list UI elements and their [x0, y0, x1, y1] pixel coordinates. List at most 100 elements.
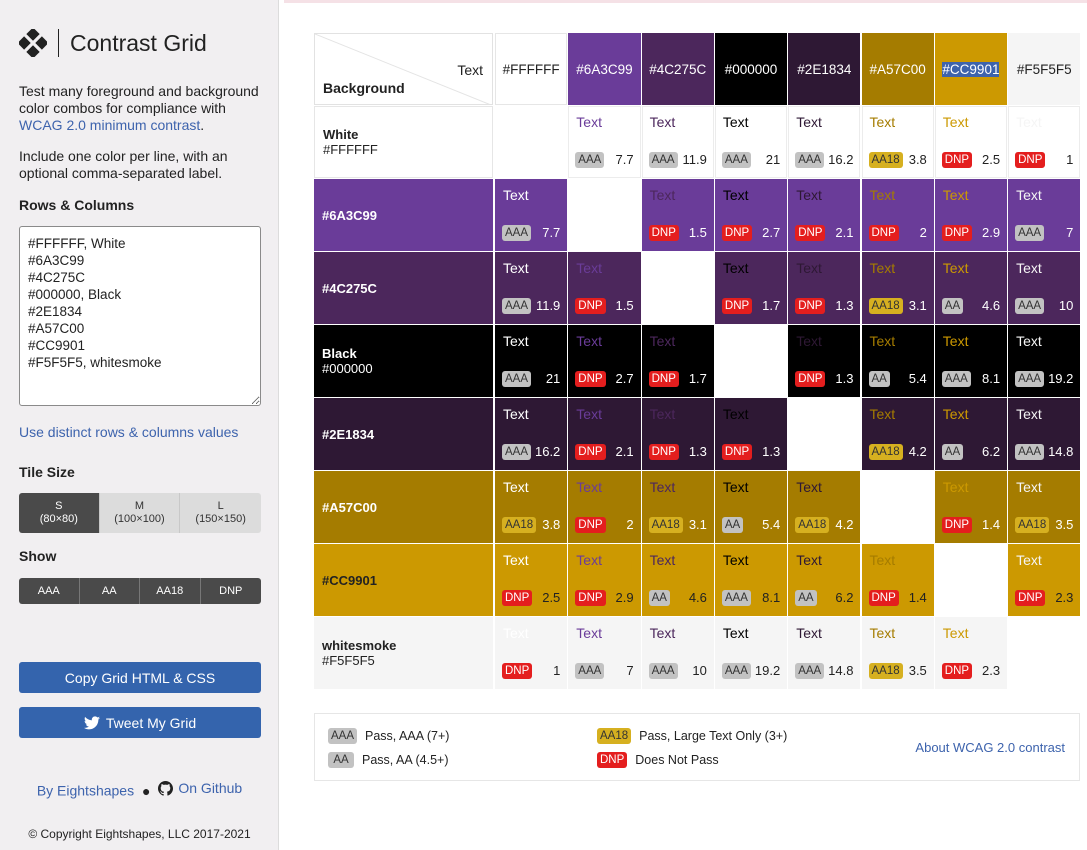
tile-sample-text: Text	[942, 479, 969, 495]
column-header-label: #FFFFFF	[502, 61, 560, 77]
about-wcag-link[interactable]: About WCAG 2.0 contrast	[915, 740, 1065, 755]
brand-divider	[58, 29, 59, 57]
tile-sample-text: Text	[942, 260, 969, 276]
tile-sample-text: Text	[1016, 187, 1042, 203]
legend-item: AA Pass, AA (4.5+)	[328, 752, 449, 768]
contrast-badge: DNP	[575, 371, 606, 387]
contrast-tile: Text AAA 8.1	[934, 325, 1008, 397]
row-header: #A57C00	[314, 471, 493, 543]
tile-size-heading: Tile Size	[19, 464, 75, 480]
show-option-aaa[interactable]: AAA	[19, 578, 80, 604]
tile-sample-text: Text	[796, 552, 822, 568]
contrast-ratio: 11.9	[535, 298, 561, 313]
contrast-badge: DNP	[648, 444, 679, 460]
rows-columns-heading: Rows & Columns	[19, 197, 135, 213]
wcag-link[interactable]: WCAG 2.0 minimum contrast	[19, 117, 200, 133]
tile-sample-text: Text	[942, 625, 969, 641]
contrast-tile: Text DNP 1.3	[714, 398, 788, 470]
contrast-ratio: 2.3	[1055, 590, 1074, 605]
contrast-ratio: 3.8	[542, 517, 561, 532]
tile-sample-text: Text	[503, 187, 529, 203]
brand[interactable]: Contrast Grid	[19, 27, 207, 59]
footer-separator-dot: ●	[142, 782, 151, 799]
tile-sample-text: Text	[1016, 552, 1042, 568]
contrast-badge: AA18	[868, 298, 903, 314]
show-option-dnp[interactable]: DNP	[200, 578, 261, 604]
footer-links: By Eightshapes ● On Github	[0, 780, 279, 799]
contrast-tile: Text AAA 21	[495, 325, 568, 397]
row-header-label: #A57C00	[322, 499, 377, 515]
tile-size-option-m[interactable]: M (100×100)	[99, 493, 181, 533]
show-option-aa[interactable]: AA	[79, 578, 140, 604]
intro-end: .	[200, 117, 205, 133]
contrast-ratio: 7	[626, 663, 634, 678]
contrast-tile: Text DNP 1.4	[934, 471, 1008, 543]
contrast-badge: DNP	[941, 663, 973, 679]
column-header: #6A3C99	[568, 33, 641, 105]
tweet-grid-button[interactable]: Tweet My Grid	[19, 707, 261, 738]
contrast-badge: AAA	[502, 298, 532, 314]
tile-sample-text: Text	[649, 187, 676, 203]
contrast-tile: Text DNP 1.3	[788, 325, 861, 397]
row-header: #4C275C	[314, 252, 493, 324]
tile-sample-text: Text	[869, 406, 896, 422]
tile-sample-text: Text	[649, 552, 676, 568]
contrast-ratio: 1.3	[762, 444, 781, 459]
rows-columns-textarea[interactable]	[19, 226, 261, 406]
contrast-badge: DNP	[795, 371, 826, 387]
empty-tile	[714, 325, 788, 397]
tile-sample-text: Text	[649, 406, 676, 422]
tile-sample-text: Text	[796, 333, 822, 349]
contrast-tile: Text AAA 14.8	[1008, 398, 1081, 470]
github-link[interactable]: On Github	[158, 780, 242, 796]
tile-sample-text: Text	[722, 479, 749, 495]
tile-sample-text: Text	[503, 260, 529, 276]
tile-sample-text: Text	[576, 552, 602, 568]
contrast-tile: Text DNP 2.3	[1008, 544, 1081, 616]
contrast-ratio: 2.3	[982, 663, 1001, 678]
tile-sample-text: Text	[796, 114, 822, 130]
row-header-label: #4C275C	[322, 280, 377, 296]
show-option-aa18[interactable]: AA18	[140, 578, 201, 604]
tile-size-option-s[interactable]: S (80×80)	[19, 493, 100, 533]
contrast-ratio: 1.7	[688, 371, 707, 386]
tile-sample-text: Text	[576, 333, 602, 349]
contrast-ratio: 2.1	[835, 225, 854, 240]
contrast-ratio: 1.5	[615, 298, 634, 313]
contrast-badge: AAA	[721, 152, 751, 168]
tile-sample-text: Text	[942, 333, 969, 349]
contrast-ratio: 4.6	[688, 590, 707, 605]
contrast-ratio: 7.7	[542, 225, 561, 240]
column-header: #4C275C	[641, 33, 714, 105]
tile-sample-text: Text	[942, 114, 969, 130]
contrast-tile: Text AA 4.6	[641, 544, 714, 616]
contrast-badge: DNP	[648, 371, 679, 387]
copy-grid-button[interactable]: Copy Grid HTML & CSS	[19, 662, 261, 693]
contrast-ratio: 3.5	[1055, 517, 1074, 532]
tile-sample-text: Text	[503, 625, 529, 641]
show-filter-selector: AAA AA AA18 DNP	[19, 578, 261, 604]
contrast-tile: Text AAA 7	[568, 617, 641, 689]
tile-sample-text: Text	[503, 406, 529, 422]
contrast-ratio: 3.5	[908, 663, 927, 678]
app-title: Contrast Grid	[70, 29, 207, 56]
contrast-badge: DNP	[502, 590, 533, 606]
contrast-ratio: 2.1	[615, 444, 634, 459]
contrast-badge: DNP	[575, 298, 606, 314]
column-header-label: #2E1834	[797, 61, 852, 77]
tile-sample-text: Text	[1016, 260, 1042, 276]
contrast-ratio: 1.3	[688, 444, 707, 459]
eightshapes-link[interactable]: By Eightshapes	[37, 783, 134, 799]
tile-sample-text: Text	[796, 260, 822, 276]
tile-sample-text: Text	[869, 260, 896, 276]
tile-sample-text: Text	[649, 479, 676, 495]
contrast-badge: DNP	[1015, 590, 1046, 606]
row-header-label: #CC9901	[322, 572, 377, 588]
tile-sample-text: Text	[942, 187, 969, 203]
column-header-label: #4C275C	[649, 61, 707, 77]
column-header-label: #6A3C99	[576, 61, 633, 77]
tile-size-option-l[interactable]: L (150×150)	[180, 493, 261, 533]
twitter-bird-icon	[83, 715, 100, 729]
tile-sample-text: Text	[869, 114, 896, 130]
distinct-values-link[interactable]: Use distinct rows & columns values	[19, 424, 238, 440]
